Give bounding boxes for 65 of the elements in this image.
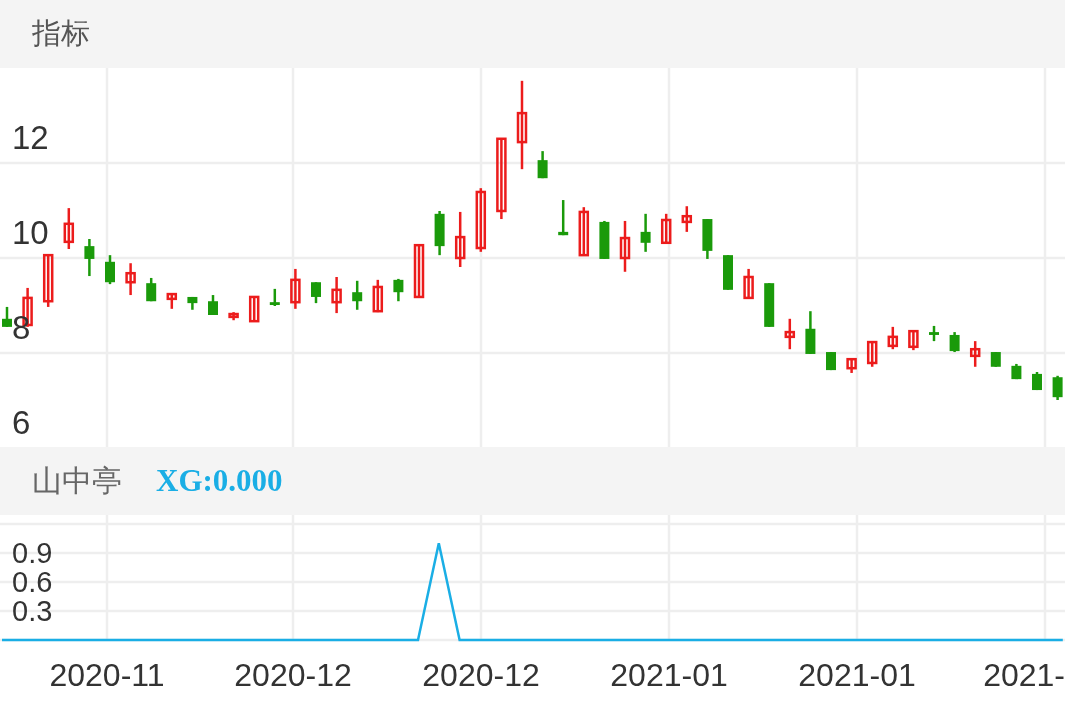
- candlestick: [434, 211, 445, 256]
- axis-label: 2020-12: [234, 659, 352, 691]
- candlestick: [826, 352, 836, 371]
- indicator-value: XG:0.000: [156, 463, 283, 499]
- candlestick: [619, 220, 631, 272]
- candlestick: [352, 280, 363, 310]
- axis-label: 2020-12: [422, 659, 540, 691]
- candlestick: [413, 243, 425, 299]
- candlestick: [166, 292, 178, 309]
- candlestick: [1011, 363, 1022, 380]
- candlestick: [949, 332, 960, 353]
- candlestick: [84, 239, 95, 277]
- axis-label: 6: [12, 406, 31, 439]
- candlestick: [805, 311, 816, 354]
- candlestick: [990, 352, 1001, 367]
- candlestick: [269, 288, 280, 306]
- candlestick: [125, 263, 136, 296]
- candlestick: [208, 295, 218, 315]
- candlestick: [702, 219, 713, 259]
- candlestick: [908, 329, 919, 351]
- candlestick: [393, 278, 404, 302]
- candlestick: [743, 268, 754, 300]
- indicator-name: 山中亭: [32, 461, 122, 500]
- candlestick: [537, 151, 548, 179]
- candlestick: [475, 188, 487, 252]
- axis-label: 0.9: [12, 539, 53, 568]
- candlestick: [640, 213, 651, 252]
- candlestick: [887, 326, 899, 350]
- axis-label: 2021-01: [610, 659, 728, 691]
- candlestick: [331, 277, 342, 314]
- candlestick: [969, 341, 981, 367]
- candlestick: [599, 220, 610, 259]
- candlestick: [187, 296, 198, 310]
- axis-label: 10: [12, 216, 49, 249]
- candlestick: [454, 211, 466, 267]
- candlestick: [146, 277, 157, 302]
- candlestick: [929, 325, 939, 342]
- candlestick: [63, 208, 75, 249]
- candlestick: [846, 357, 857, 373]
- candlestick: [42, 253, 54, 307]
- candlestick: [1052, 375, 1063, 400]
- axis-label: 0.3: [12, 597, 53, 626]
- axis-label: 12: [12, 121, 49, 154]
- candlestick: [866, 340, 878, 367]
- axis-label: 2020-11: [49, 659, 165, 691]
- panel-title: 指标: [32, 15, 90, 52]
- candlestick: [311, 282, 321, 304]
- candlestick: [228, 312, 239, 321]
- axis-label: 2021-01: [798, 659, 916, 691]
- candlestick: [681, 206, 693, 232]
- axis-label: 8: [12, 311, 31, 344]
- candlestick: [290, 268, 301, 309]
- axis-label: 0.6: [12, 568, 53, 597]
- candlestick: [1032, 372, 1042, 391]
- candlestick: [723, 255, 733, 290]
- candlestick: [558, 200, 569, 236]
- candlestick: [248, 295, 260, 323]
- candlestick: [578, 207, 590, 257]
- candlestick: [764, 283, 775, 327]
- candlestick: [105, 255, 115, 285]
- candlestick: [2, 306, 12, 327]
- axis-label: 2021-: [983, 659, 1065, 691]
- candlestick: [660, 213, 672, 245]
- candlestick: [784, 318, 796, 350]
- candlestick: [372, 279, 384, 313]
